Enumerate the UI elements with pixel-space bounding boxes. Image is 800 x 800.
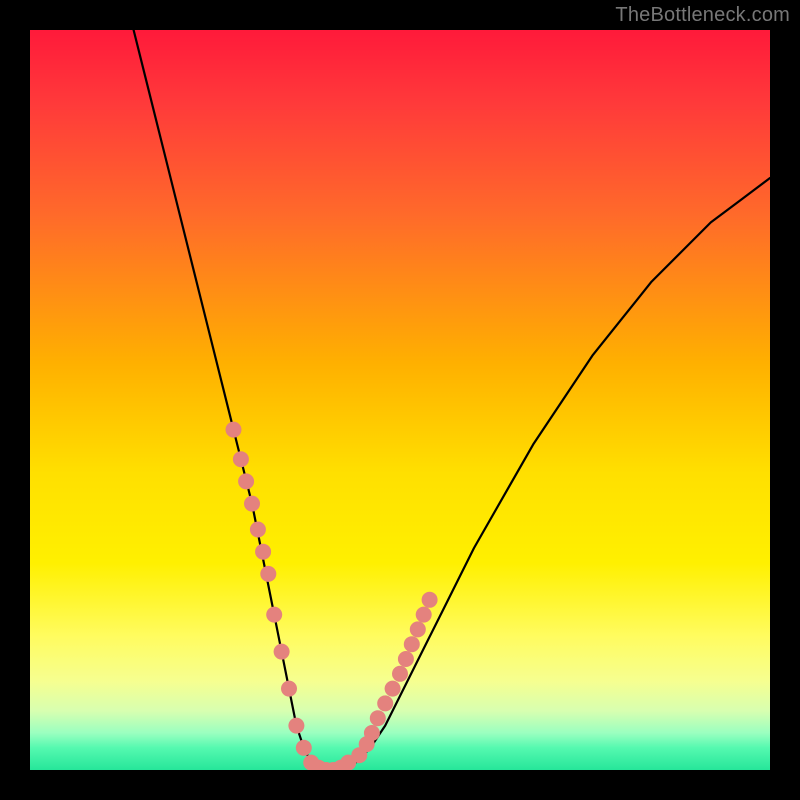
highlight-point [410,621,426,637]
highlight-point [392,666,408,682]
highlight-point [398,651,414,667]
highlight-point [288,718,304,734]
highlight-point [255,544,271,560]
highlight-point [422,592,438,608]
highlight-point [226,422,242,438]
highlight-point [250,522,266,538]
highlight-point [364,725,380,741]
highlight-point [377,695,393,711]
highlight-point [385,681,401,697]
plot-area [30,30,770,770]
highlight-point [416,607,432,623]
chart-frame: TheBottleneck.com [0,0,800,800]
chart-svg [30,30,770,770]
highlight-point [260,566,276,582]
highlight-point [370,710,386,726]
watermark-text: TheBottleneck.com [615,4,790,27]
highlight-point [244,496,260,512]
highlight-point [274,644,290,660]
highlight-point [296,740,312,756]
highlight-point [281,681,297,697]
highlight-point [266,607,282,623]
highlight-point [404,636,420,652]
highlight-point [233,451,249,467]
bottleneck-curve [134,30,770,770]
highlight-point [238,473,254,489]
